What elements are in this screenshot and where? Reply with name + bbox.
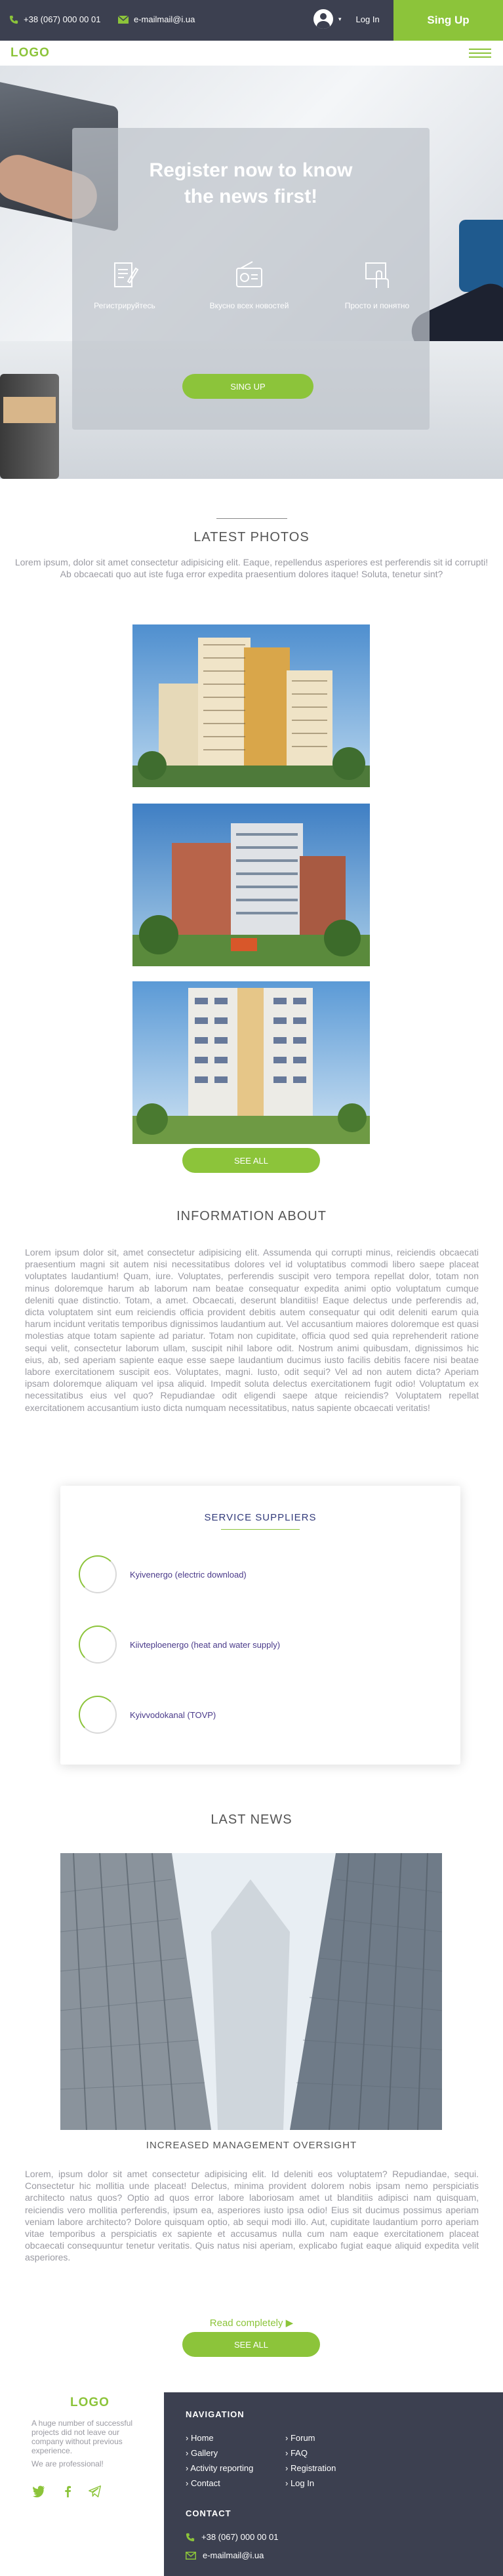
footer-nav-title: NAVIGATION bbox=[186, 2409, 245, 2419]
hero-title: Register now to know the news first! bbox=[72, 157, 430, 210]
logo[interactable]: LOGO bbox=[10, 46, 50, 60]
header: LOGO bbox=[0, 41, 503, 66]
register-document-icon bbox=[114, 262, 139, 287]
hero-section: Register now to know the news first! Рег… bbox=[0, 66, 503, 479]
about-title: INFORMATION ABOUT bbox=[176, 1209, 327, 1223]
footer-email-text: e-mailmail@i.ua bbox=[203, 2550, 264, 2560]
chevron-down-icon: ▾ bbox=[338, 15, 342, 22]
mail-icon bbox=[118, 15, 129, 24]
hero-background-cup bbox=[0, 374, 59, 479]
hero-signup-button[interactable]: SING UP bbox=[182, 374, 313, 399]
circle-icon bbox=[79, 1625, 117, 1664]
supplier-label: Kyivvodokanal (TOVP) bbox=[130, 1709, 216, 1720]
footer-navigation: NAVIGATION Home Gallery Activity reporti… bbox=[164, 2392, 503, 2576]
building-image-1 bbox=[132, 624, 370, 787]
top-bar: +38 (067) 000 00 01 e-mailmail@i.ua ▾ Lo… bbox=[0, 0, 503, 41]
footer-nav-forum[interactable]: Forum bbox=[285, 2433, 315, 2443]
footer-nav-faq[interactable]: FAQ bbox=[285, 2448, 308, 2458]
telegram-icon[interactable] bbox=[88, 2484, 102, 2499]
supplier-label: Kiivteploenergo (heat and water supply) bbox=[130, 1639, 281, 1650]
top-email-text: e-mailmail@i.ua bbox=[134, 14, 195, 24]
feature-register: Регистрируйтесь bbox=[72, 259, 177, 310]
login-link[interactable]: Log In bbox=[356, 14, 380, 24]
photos-title: LATEST PHOTOS bbox=[193, 530, 310, 544]
news-item-title[interactable]: INCREASED MANAGEMENT OVERSIGHT bbox=[0, 2140, 503, 2151]
top-email[interactable]: e-mailmail@i.ua bbox=[118, 14, 195, 24]
footer-nav-home[interactable]: Home bbox=[186, 2433, 214, 2443]
supplier-item-kyivenergo[interactable]: Kyivenergo (electric download) bbox=[79, 1555, 446, 1593]
supplier-label: Kyivenergo (electric download) bbox=[130, 1569, 247, 1580]
top-phone[interactable]: +38 (067) 000 00 01 bbox=[9, 14, 100, 24]
footer-brand: LOGO A huge number of successful project… bbox=[0, 2392, 164, 2576]
top-phone-text: +38 (067) 000 00 01 bbox=[24, 14, 101, 24]
gallery-photo-2[interactable] bbox=[132, 804, 370, 966]
twitter-icon[interactable] bbox=[31, 2484, 46, 2499]
circle-icon bbox=[79, 1696, 117, 1734]
footer-nav-activity[interactable]: Activity reporting bbox=[186, 2463, 253, 2473]
feature-news: Вкусно всех новостей bbox=[197, 259, 302, 310]
register-panel: Register now to know the news first! Рег… bbox=[72, 128, 430, 430]
about-text: Lorem ipsum dolor sit, amet consectetur … bbox=[25, 1247, 479, 1413]
gallery-photo-1[interactable] bbox=[132, 624, 370, 787]
circle-icon bbox=[79, 1555, 117, 1593]
login-menu[interactable]: ▾ Log In bbox=[313, 9, 380, 29]
avatar-icon bbox=[313, 9, 333, 29]
news-title: LAST NEWS bbox=[211, 1812, 292, 1827]
touch-screen-icon bbox=[365, 262, 389, 288]
footer-nav-contact[interactable]: Contact bbox=[186, 2478, 220, 2488]
footer-nav-registration[interactable]: Registration bbox=[285, 2463, 336, 2473]
photos-see-all-button[interactable]: SEE ALL bbox=[182, 1148, 320, 1173]
footer-logo[interactable]: LOGO bbox=[70, 2396, 110, 2410]
signup-button[interactable]: Sing Up bbox=[393, 0, 503, 41]
phone-icon bbox=[186, 2533, 195, 2541]
footer-tagline: A huge number of successful projects did… bbox=[31, 2419, 133, 2455]
footer-professional: We are professional! bbox=[31, 2459, 104, 2468]
section-divider bbox=[216, 518, 287, 519]
news-item-text: Lorem, ipsum dolor sit amet consectetur … bbox=[25, 2169, 479, 2263]
gallery-photo-3[interactable] bbox=[132, 981, 370, 1144]
footer-contact-title: CONTACT bbox=[186, 2508, 231, 2518]
radio-icon bbox=[236, 261, 262, 287]
building-image-2 bbox=[132, 804, 370, 966]
play-arrow-icon: ▶ bbox=[285, 2318, 294, 2329]
photos-lead: Lorem ipsum, dolor sit amet consectetur … bbox=[14, 557, 489, 579]
hero-title-line2: the news first! bbox=[184, 186, 318, 207]
footer-email[interactable]: e-mailmail@i.ua bbox=[186, 2550, 264, 2560]
hero-background-cup-sleeve bbox=[3, 397, 56, 423]
news-see-all-button[interactable]: SEE ALL bbox=[182, 2332, 320, 2357]
feature-news-label: Вкусно всех новостей bbox=[209, 301, 289, 310]
footer-nav-login[interactable]: Log In bbox=[285, 2478, 314, 2488]
feature-simple: Просто и понятно bbox=[325, 259, 430, 310]
skyscrapers-image bbox=[60, 1853, 442, 2130]
supplier-item-kiivteploenergo[interactable]: Kiivteploenergo (heat and water supply) bbox=[79, 1625, 446, 1664]
facebook-icon[interactable] bbox=[60, 2484, 75, 2499]
mail-icon bbox=[186, 2551, 196, 2560]
read-more-link[interactable]: Read completely ▶ bbox=[0, 2317, 503, 2329]
feature-simple-label: Просто и понятно bbox=[344, 301, 410, 310]
footer-phone-text: +38 (067) 000 00 01 bbox=[201, 2532, 279, 2542]
footer-phone[interactable]: +38 (067) 000 00 01 bbox=[186, 2532, 278, 2542]
feature-register-label: Регистрируйтесь bbox=[94, 301, 155, 310]
news-image[interactable] bbox=[60, 1853, 442, 2130]
supplier-item-kyivvodokanal[interactable]: Kyivvodokanal (TOVP) bbox=[79, 1696, 446, 1734]
hero-title-line1: Register now to know bbox=[149, 159, 353, 181]
read-more-label: Read completely bbox=[209, 2318, 283, 2329]
phone-icon bbox=[9, 15, 18, 24]
service-suppliers-card: SERVICE SUPPLIERS Kyivenergo (electric d… bbox=[60, 1486, 460, 1765]
suppliers-title: SERVICE SUPPLIERS bbox=[204, 1512, 317, 1523]
hero-background-mug bbox=[459, 220, 503, 292]
building-image-3 bbox=[132, 981, 370, 1144]
suppliers-divider bbox=[221, 1529, 300, 1530]
footer-nav-gallery[interactable]: Gallery bbox=[186, 2448, 218, 2458]
menu-icon[interactable] bbox=[469, 49, 491, 59]
